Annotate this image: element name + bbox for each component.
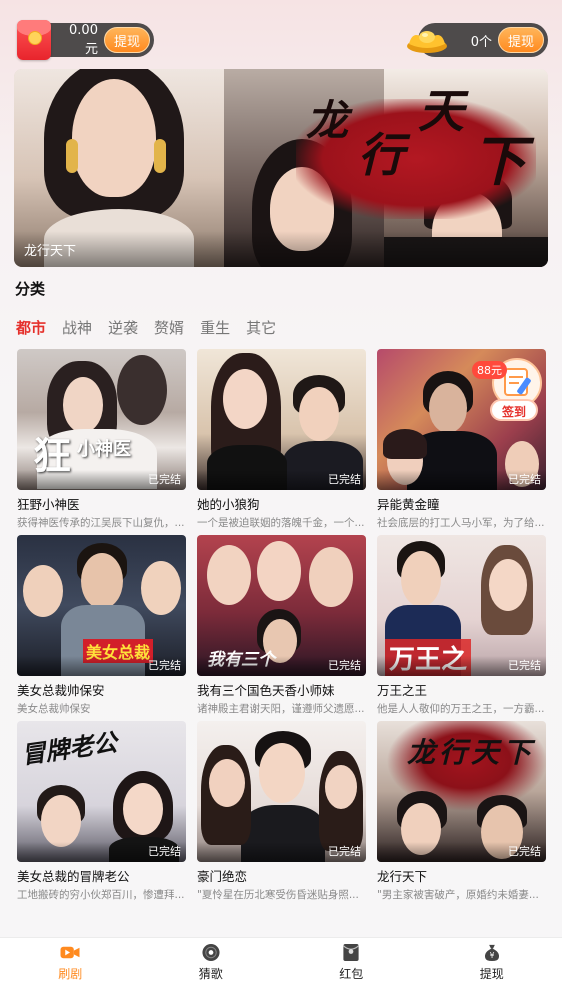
drama-cover: 冒牌老公 已完结 xyxy=(17,721,186,862)
status-badge: 已完结 xyxy=(197,842,366,862)
coin-withdraw-button[interactable]: 提现 xyxy=(497,27,544,53)
drama-description: "夏怜星在历北寒受伤昏迷贴身照... xyxy=(197,889,359,901)
music-disc-icon xyxy=(202,943,220,962)
svg-text:¥: ¥ xyxy=(489,951,494,960)
nav-item-shuaju[interactable]: 刷剧 xyxy=(0,938,141,982)
drama-cover: 龙行天下 已完结 xyxy=(377,721,546,862)
drama-description: 一个是被迫联姻的落魄千金，一个... xyxy=(197,517,365,529)
featured-banner[interactable]: 龙 行 天 下 龙行天下 xyxy=(14,69,548,267)
drama-card[interactable]: 已完结 她的小狼狗 一个是被迫联姻的落魄千金，一个... xyxy=(197,349,366,529)
nav-label: 提现 xyxy=(479,967,504,981)
banner-caption-shade xyxy=(14,231,548,267)
drama-card[interactable]: 已完结 豪门绝恋 "夏怜星在历北寒受伤昏迷贴身照... xyxy=(197,721,366,901)
cover-title-art: 龙行天下 xyxy=(407,736,536,769)
drama-card[interactable]: 龙行天下 已完结 龙行天下 "男主家被害破产，原婚约未婚妻... xyxy=(377,721,546,901)
drama-title: 万王之王 xyxy=(377,683,428,698)
drama-title: 异能黄金瞳 xyxy=(377,497,440,512)
drama-cover: 狂 小神医 已完结 xyxy=(17,349,186,490)
drama-description: 获得神医传承的江吴辰下山复仇，... xyxy=(17,517,185,529)
drama-description: 诸神殿主君谢天阳，谨遵师父遗愿... xyxy=(197,703,365,715)
gold-ingot-icon xyxy=(407,31,447,53)
status-badge: 已完结 xyxy=(377,470,546,490)
banner-caption: 龙行天下 xyxy=(24,244,77,259)
red-packet-icon xyxy=(17,20,51,60)
video-icon xyxy=(60,946,80,959)
drama-cover: 美女总裁 已完结 xyxy=(17,535,186,676)
status-badge: 已完结 xyxy=(377,842,546,862)
drama-card[interactable]: 我有三个 已完结 我有三个国色天香小师妹 诸神殿主君谢天阳，谨遵师父遗愿... xyxy=(197,535,366,715)
drama-title: 龙行天下 xyxy=(377,869,428,884)
tab-zhanshen[interactable]: 战神 xyxy=(62,317,92,338)
drama-card[interactable]: 美女总裁 已完结 美女总裁帅保安 美女总裁帅保安 xyxy=(17,535,186,715)
drama-description: 他是人人敬仰的万王之王，一方霸... xyxy=(377,703,545,715)
tab-dushi[interactable]: 都市 xyxy=(16,317,46,338)
drama-card[interactable]: 狂 小神医 已完结 狂野小神医 获得神医传承的江吴辰下山复仇，... xyxy=(17,349,186,529)
drama-description: 工地搬砖的穷小伙郑百川，惨遭拜... xyxy=(17,889,185,901)
category-tabs: 都市 战神 逆袭 赘婿 重生 其它 xyxy=(16,317,276,338)
drama-card[interactable]: 冒牌老公 已完结 美女总裁的冒牌老公 工地搬砖的穷小伙郑百川，惨遭拜... xyxy=(17,721,186,901)
tab-zhuixu[interactable]: 赘婿 xyxy=(154,317,184,338)
sign-in-button[interactable]: 签到 xyxy=(490,399,538,421)
tab-chongsheng[interactable]: 重生 xyxy=(200,317,230,338)
cash-withdraw-button[interactable]: 提现 xyxy=(103,27,150,53)
drama-title: 我有三个国色天香小师妹 xyxy=(197,683,335,698)
status-badge: 已完结 xyxy=(197,470,366,490)
status-badge: 已完结 xyxy=(377,656,546,676)
drama-description: 美女总裁帅保安 xyxy=(17,703,91,715)
drama-title: 狂野小神医 xyxy=(17,497,80,512)
status-badge: 已完结 xyxy=(17,470,186,490)
cash-balance-value: 0.00元 xyxy=(69,23,98,57)
drama-cover: 已完结 xyxy=(197,721,366,862)
nav-item-caige[interactable]: 猜歌 xyxy=(141,938,282,982)
drama-grid: 狂 小神医 已完结 狂野小神医 获得神医传承的江吴辰下山复仇，... 已完结 她… xyxy=(17,349,547,901)
reward-price-badge: 88元 xyxy=(472,361,507,379)
status-badge: 已完结 xyxy=(197,656,366,676)
drama-description: "男主家被害破产，原婚约未婚妻... xyxy=(377,889,539,901)
drama-cover: 我有三个 已完结 xyxy=(197,535,366,676)
tab-qita[interactable]: 其它 xyxy=(246,317,276,338)
nav-label: 刷剧 xyxy=(58,967,83,981)
drama-title: 豪门绝恋 xyxy=(197,869,248,884)
nav-label: 红包 xyxy=(339,967,364,981)
drama-title: 美女总裁的冒牌老公 xyxy=(17,869,130,884)
nav-label: 猜歌 xyxy=(198,967,223,981)
drama-title: 美女总裁帅保安 xyxy=(17,683,105,698)
bottom-nav: 刷剧 猜歌 红包 ¥ 提现 xyxy=(0,937,562,982)
money-bag-icon: ¥ xyxy=(484,944,499,962)
status-badge: 已完结 xyxy=(17,656,186,676)
category-title: 分类 xyxy=(15,280,46,298)
red-packet-icon xyxy=(343,943,360,962)
drama-title: 她的小狼狗 xyxy=(197,497,260,512)
drama-cover: 已完结 xyxy=(197,349,366,490)
top-bar: 0.00元 提现 0个 提现 xyxy=(0,20,562,60)
drama-card[interactable]: 已完结 88元 签到 异能黄金瞳 社会底层的打工人马小军，为了给... xyxy=(377,349,546,529)
tab-nixi[interactable]: 逆袭 xyxy=(108,317,138,338)
coin-balance-value: 0个 xyxy=(470,34,492,50)
nav-item-tixian[interactable]: ¥ 提现 xyxy=(422,938,562,982)
nav-item-hongbao[interactable]: 红包 xyxy=(281,938,422,982)
drama-card[interactable]: 万王之 已完结 万王之王 他是人人敬仰的万王之王，一方霸... xyxy=(377,535,546,715)
status-badge: 已完结 xyxy=(17,842,186,862)
cover-title-art: 冒牌老公 xyxy=(19,727,119,770)
drama-cover: 万王之 已完结 xyxy=(377,535,546,676)
drama-description: 社会底层的打工人马小军，为了给... xyxy=(377,517,545,529)
